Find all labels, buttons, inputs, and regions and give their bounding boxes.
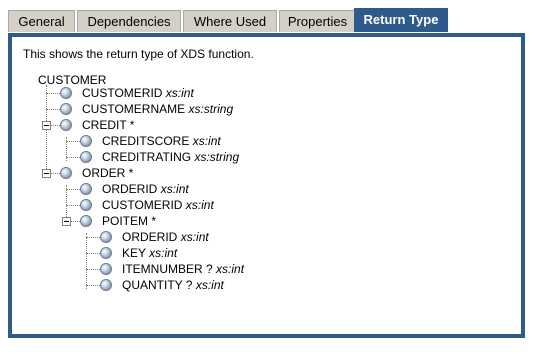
tree-node-ball-icon [80, 183, 92, 195]
tree-node-ball-icon [100, 279, 112, 291]
tree-node-label: ORDER * [82, 166, 134, 180]
tree-node-type: xs:int [195, 278, 224, 292]
tree-node[interactable]: ORDERID xs:int [102, 181, 189, 197]
tree-connector [66, 205, 80, 206]
tree-connector [46, 85, 47, 177]
tree-node-label: POITEM * [102, 214, 157, 228]
return-type-panel: This shows the return type of XDS functi… [8, 33, 525, 338]
tree-node[interactable]: QUANTITY ? xs:int [122, 277, 224, 293]
tree-node-label: ORDERID [122, 230, 178, 244]
tree-node-ball-icon [100, 263, 112, 275]
tree-node-ball-icon [80, 151, 92, 163]
tab-properties[interactable]: Properties [279, 10, 356, 32]
collapse-minus-icon[interactable] [42, 121, 51, 130]
tree-connector [51, 173, 60, 174]
tree-node-label: CUSTOMERID [82, 86, 163, 100]
tree-node[interactable]: ITEMNUMBER ? xs:int [122, 261, 244, 277]
tab-return-type[interactable]: Return Type [354, 8, 448, 32]
tree-connector [46, 93, 60, 94]
tree-node-ball-icon [60, 119, 72, 131]
tree-node-type: xs:int [165, 86, 194, 100]
tree-node-credit[interactable]: CREDIT * [82, 117, 134, 133]
tree-connector [66, 141, 80, 142]
tree-node-label: CUSTOMERID [102, 198, 183, 212]
tree-node-ball-icon [80, 199, 92, 211]
tree-connector [86, 233, 87, 289]
tree-node[interactable]: ORDERID xs:int [122, 229, 209, 245]
tree-node-type: xs:string [188, 102, 234, 116]
tree-node[interactable]: CUSTOMERNAME xs:string [82, 101, 233, 117]
tree-node-label: KEY [122, 246, 146, 260]
tree-node[interactable]: CREDITSCORE xs:int [102, 133, 221, 149]
tree-connector [86, 237, 100, 238]
tree-node-ball-icon [60, 167, 72, 179]
tree-connector [66, 157, 80, 158]
return-type-tree: CUSTOMER CUSTOMERID xs:int CUSTOMERNAME … [12, 37, 521, 334]
tree-node-label: ORDERID [102, 182, 158, 196]
tree-node-poitem[interactable]: POITEM * [102, 213, 156, 229]
tab-where-used[interactable]: Where Used [183, 10, 277, 32]
tree-node-ball-icon [60, 103, 72, 115]
tree-node-type: xs:string [194, 150, 240, 164]
tree-node-type: xs:int [216, 262, 245, 276]
tree-node-ball-icon [100, 247, 112, 259]
tree-node-type: xs:int [185, 198, 214, 212]
tree-node-ball-icon [80, 135, 92, 147]
tree-node[interactable]: CUSTOMERID xs:int [82, 85, 194, 101]
tree-node-ball-icon [60, 87, 72, 99]
tree-node-label: CUSTOMERNAME [82, 102, 186, 116]
collapse-minus-icon[interactable] [62, 217, 71, 226]
tree-node[interactable]: KEY xs:int [122, 245, 177, 261]
tree-connector [71, 221, 80, 222]
tree-node-ball-icon [100, 231, 112, 243]
tree-connector [66, 189, 80, 190]
tree-node[interactable]: CREDITRATING xs:string [102, 149, 239, 165]
tab-general[interactable]: General [8, 10, 75, 32]
tree-node-label: CREDIT * [82, 118, 135, 132]
collapse-minus-icon[interactable] [42, 169, 51, 178]
tree-node-ball-icon [80, 215, 92, 227]
tree-node-label: CREDITRATING [102, 150, 192, 164]
tree-node-type: xs:int [149, 246, 178, 260]
tree-node-label: ITEMNUMBER ? [122, 262, 213, 276]
tab-dependencies[interactable]: Dependencies [77, 10, 181, 32]
tree-node-type: xs:int [180, 230, 209, 244]
tree-node-label: CREDITSCORE [102, 134, 190, 148]
tree-node-type: xs:int [160, 182, 189, 196]
tree-node[interactable]: CUSTOMERID xs:int [102, 197, 214, 213]
tree-connector [86, 253, 100, 254]
tree-node-type: xs:int [192, 134, 221, 148]
tree-node-order[interactable]: ORDER * [82, 165, 133, 181]
tree-connector [86, 269, 100, 270]
tree-connector [86, 285, 100, 286]
tree-connector [51, 125, 60, 126]
tree-node-label: QUANTITY ? [122, 278, 193, 292]
tree-connector [46, 109, 60, 110]
